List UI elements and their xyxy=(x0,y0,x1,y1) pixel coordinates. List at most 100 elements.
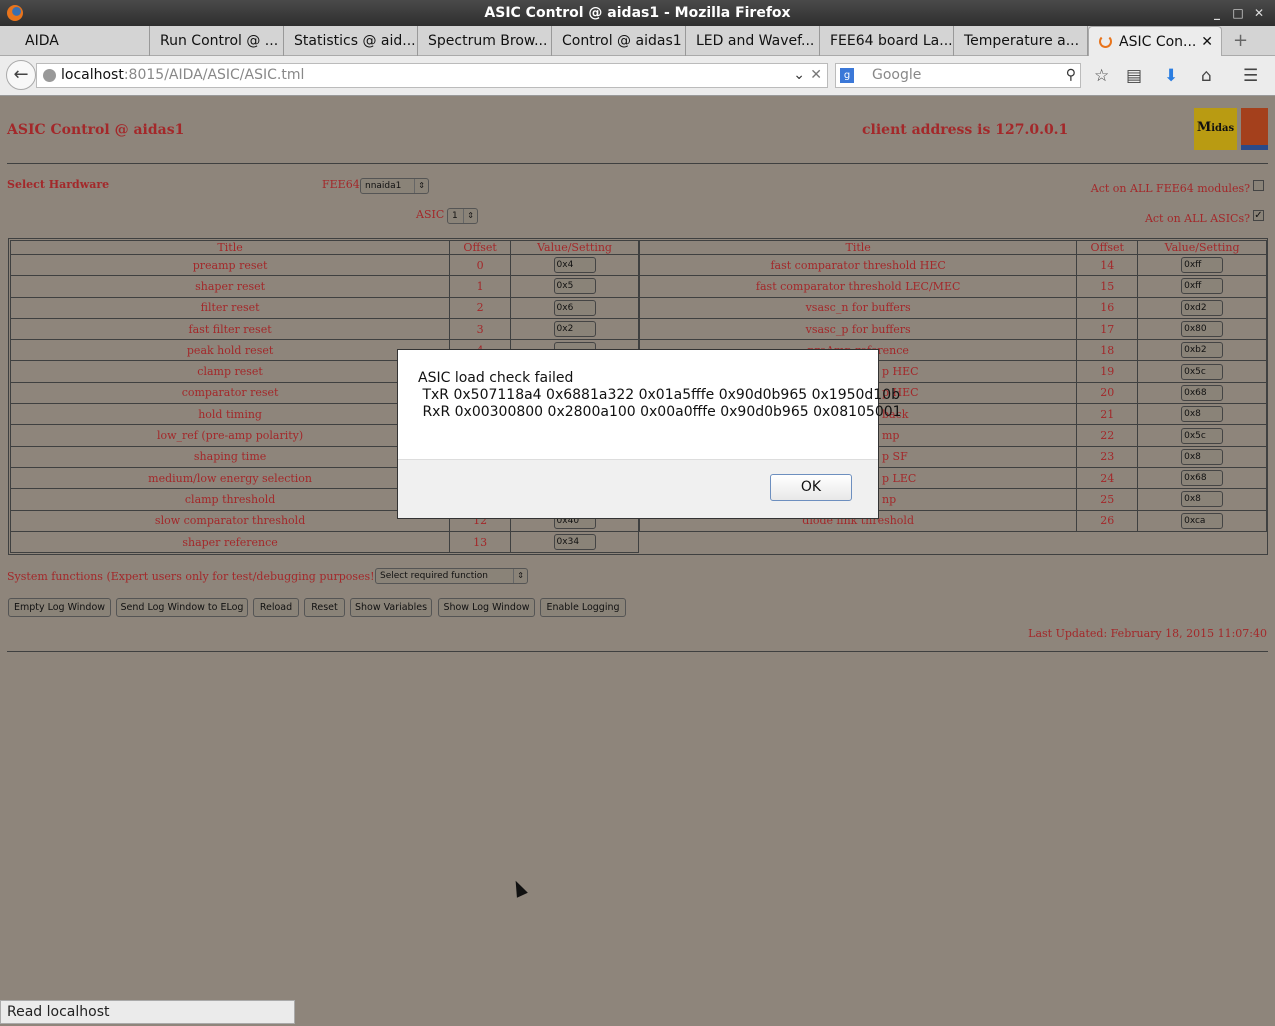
value-input[interactable]: 0x80 xyxy=(1181,321,1224,338)
dropdown-icon[interactable]: ⌄ xyxy=(793,64,805,87)
reset-button[interactable]: Reset xyxy=(304,598,345,617)
back-button[interactable]: ← xyxy=(6,60,36,90)
menu-icon[interactable]: ☰ xyxy=(1243,66,1258,86)
value-input[interactable]: 0xd2 xyxy=(1181,299,1224,316)
alert-line-2: TxR 0x507118a4 0x6881a322 0x01a5fffe 0x9… xyxy=(418,387,901,403)
tab-asic-control[interactable]: ASIC Con... ✕ xyxy=(1088,26,1222,56)
system-function-select[interactable]: Select required function ⇕ xyxy=(375,568,528,584)
tab-run-control[interactable]: Run Control @ ... xyxy=(150,26,284,56)
row-title: clamp reset xyxy=(9,360,451,383)
row-offset: 18 xyxy=(1076,339,1139,362)
row-title: preamp reset xyxy=(9,253,451,277)
stop-icon[interactable]: ✕ xyxy=(810,64,822,87)
tab-fee64-board[interactable]: FEE64 board La... xyxy=(820,26,954,56)
asic-select[interactable]: 1 ⇕ xyxy=(447,208,478,224)
column-header-offset: Offset xyxy=(1076,240,1139,255)
value-input[interactable]: 0x68 xyxy=(1181,470,1224,487)
row-title: medium/low energy selection xyxy=(9,466,451,490)
value-input[interactable]: 0x8 xyxy=(1181,448,1224,465)
tab-aida[interactable]: AIDA xyxy=(15,26,150,56)
value-input[interactable]: 0x34 xyxy=(553,534,596,550)
table-row: preamp reset 0 0x4 xyxy=(9,253,639,277)
window-title: ASIC Control @ aidas1 - Mozilla Firefox xyxy=(484,5,791,21)
row-title: shaping time xyxy=(9,445,451,468)
column-header-title: Title xyxy=(9,240,451,255)
act-all-fee64-checkbox[interactable] xyxy=(1253,180,1264,191)
status-bar: Read localhost xyxy=(0,1000,295,1024)
maximize-icon[interactable]: □ xyxy=(1230,0,1246,26)
empty-log-window-button[interactable]: Empty Log Window xyxy=(8,598,111,617)
tab-control[interactable]: Control @ aidas1 xyxy=(552,26,686,56)
new-tab-icon[interactable]: + xyxy=(1233,30,1248,51)
reload-button[interactable]: Reload xyxy=(253,598,299,617)
row-value-cell: 0x34 xyxy=(510,530,639,554)
table-row: fast comparator threshold LEC/MEC 15 0xff xyxy=(638,275,1267,298)
reading-list-icon[interactable]: ▤ xyxy=(1126,66,1142,86)
value-input[interactable]: 0xff xyxy=(1181,257,1224,274)
last-updated: Last Updated: February 18, 2015 11:07:40 xyxy=(1028,627,1267,640)
table-row: fast comparator threshold HEC 14 0xff xyxy=(638,253,1267,277)
value-input[interactable]: 0x5c xyxy=(1181,427,1224,444)
tab-temperature[interactable]: Temperature a... xyxy=(954,26,1088,56)
value-input[interactable]: 0xff xyxy=(1181,278,1224,295)
url-bar[interactable]: localhost:8015/AIDA/ASIC/ASIC.tml ⌄ ✕ xyxy=(36,63,828,88)
tab-statistics[interactable]: Statistics @ aid... xyxy=(284,26,418,56)
row-value-cell: 0x80 xyxy=(1137,317,1267,341)
close-window-icon[interactable]: ✕ xyxy=(1251,0,1267,26)
ok-button[interactable]: OK xyxy=(770,474,852,501)
value-input[interactable]: 0x68 xyxy=(1181,384,1224,401)
asic-value: 1 xyxy=(452,211,458,221)
row-title: fast comparator threshold LEC/MEC xyxy=(638,275,1078,298)
enable-logging-button[interactable]: Enable Logging xyxy=(540,598,626,617)
column-header-value: Value/Setting xyxy=(510,240,639,255)
send-log-to-elog-button[interactable]: Send Log Window to ELog xyxy=(116,598,248,617)
row-offset: 16 xyxy=(1076,296,1139,319)
value-input[interactable]: 0x2 xyxy=(553,321,596,338)
row-value-cell: 0x4 xyxy=(510,253,639,277)
row-value-cell: 0x8 xyxy=(1137,403,1267,426)
tab-spectrum-browser[interactable]: Spectrum Brow... xyxy=(418,26,552,56)
bookmark-star-icon[interactable]: ☆ xyxy=(1094,66,1109,86)
fee64-select[interactable]: nnaida1 ⇕ xyxy=(360,178,429,194)
alert-footer: OK xyxy=(398,459,878,518)
value-input[interactable]: 0x8 xyxy=(1181,406,1224,423)
row-offset: 1 xyxy=(449,275,512,298)
fee64-value: nnaida1 xyxy=(365,181,402,191)
table-row: filter reset 2 0x6 xyxy=(9,296,639,319)
value-input[interactable]: 0x8 xyxy=(1181,491,1224,508)
row-title: filter reset xyxy=(9,296,451,319)
home-icon[interactable]: ⌂ xyxy=(1201,66,1212,86)
row-value-cell: 0xff xyxy=(1137,275,1267,298)
close-tab-icon[interactable]: ✕ xyxy=(1201,27,1213,56)
value-input[interactable]: 0x4 xyxy=(553,257,596,274)
row-value-cell: 0x8 xyxy=(1137,445,1267,468)
window-titlebar: ASIC Control @ aidas1 - Mozilla Firefox … xyxy=(0,0,1275,26)
row-offset: 13 xyxy=(449,530,512,554)
row-offset: 26 xyxy=(1076,509,1139,532)
act-all-asics-checkbox[interactable]: ✓ xyxy=(1253,210,1264,221)
value-input[interactable]: 0x5c xyxy=(1181,363,1224,380)
firefox-icon xyxy=(7,5,23,21)
minimize-icon[interactable]: _ xyxy=(1209,0,1225,26)
table-row: fast filter reset 3 0x2 xyxy=(9,317,639,341)
fee64-label: FEE64 xyxy=(322,178,360,191)
show-variables-button[interactable]: Show Variables xyxy=(350,598,432,617)
download-icon[interactable]: ⬇ xyxy=(1164,66,1178,86)
search-input[interactable]: g Google ⚲ xyxy=(835,63,1081,88)
row-value-cell: 0x6 xyxy=(510,296,639,319)
updown-icon: ⇕ xyxy=(463,209,474,223)
tab-led-waveform[interactable]: LED and Wavef... xyxy=(686,26,820,56)
row-offset: 15 xyxy=(1076,275,1139,298)
divider xyxy=(7,651,1268,652)
row-offset: 0 xyxy=(449,253,512,277)
value-input[interactable]: 0xb2 xyxy=(1181,342,1224,359)
page-title: ASIC Control @ aidas1 xyxy=(7,122,185,138)
value-input[interactable]: 0x6 xyxy=(553,299,596,316)
value-input[interactable]: 0xca xyxy=(1181,512,1224,529)
row-offset: 20 xyxy=(1076,381,1139,405)
client-address: client address is 127.0.0.1 xyxy=(862,122,1069,138)
binoculars-icon[interactable]: ⚲ xyxy=(1066,64,1076,87)
show-log-window-button[interactable]: Show Log Window xyxy=(438,598,535,617)
url-host: localhost xyxy=(61,67,124,83)
value-input[interactable]: 0x5 xyxy=(553,278,596,295)
